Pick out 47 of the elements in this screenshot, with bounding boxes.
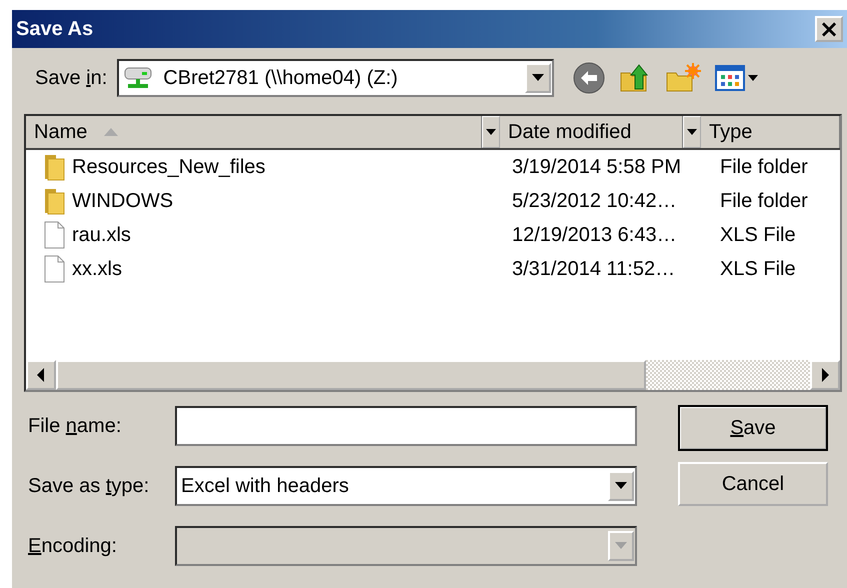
close-button[interactable]: × — [815, 16, 843, 42]
table-cell-text: 12/19/2013 6:43… — [511, 224, 678, 246]
caret-icon[interactable] — [615, 482, 627, 490]
scroll-thumb[interactable] — [56, 360, 646, 390]
file-icon[interactable] — [42, 221, 66, 249]
network-drive-icon[interactable] — [123, 65, 154, 91]
right-arrow-icon[interactable] — [821, 368, 829, 382]
table-cell-text: File folder — [719, 190, 808, 212]
column-header[interactable]: Type — [701, 116, 840, 148]
field-label: File name: — [28, 414, 122, 438]
file-icon[interactable] — [42, 255, 66, 283]
table-cell-text: 3/31/2014 11:52… — [511, 258, 676, 280]
dropdown[interactable]: Excel with headers — [175, 466, 637, 506]
table-cell-text: XLS File — [719, 258, 796, 280]
dialog-button[interactable]: Cancel — [678, 462, 828, 506]
field-label: Save as type: — [28, 474, 150, 498]
column-dropdown-button[interactable] — [482, 116, 500, 148]
column-header[interactable]: Date modified — [500, 116, 683, 148]
table-cell-text: 5/23/2012 10:42… — [511, 190, 678, 212]
scroll-left-button[interactable] — [26, 360, 56, 390]
dropdown-button[interactable] — [608, 471, 634, 501]
save-in-label: Save in: — [35, 66, 108, 90]
column-header[interactable]: Name — [26, 116, 482, 148]
horizontal-scrollbar[interactable] — [26, 360, 840, 390]
left-arrow-icon[interactable] — [37, 368, 45, 382]
file-name[interactable]: WINDOWS — [26, 187, 500, 215]
file-name[interactable]: Resources_New_files — [26, 153, 500, 181]
dropdown-button[interactable] — [525, 63, 552, 93]
caret-icon[interactable] — [687, 129, 697, 135]
field-label: Encoding: — [28, 534, 118, 558]
location-dropdown[interactable]: CBret2781 (\\home04) (Z:) — [117, 59, 554, 97]
dialog-button[interactable]: Save — [679, 406, 827, 450]
back-icon[interactable] — [572, 61, 606, 95]
window-title: Save As — [16, 18, 94, 40]
column-dropdown-button[interactable] — [683, 116, 701, 148]
table-cell-text: File folder — [719, 156, 808, 178]
scroll-right-button[interactable] — [810, 360, 840, 390]
table-cell-text: 3/19/2014 5:58 PM — [511, 156, 682, 178]
caret-icon[interactable] — [486, 129, 496, 135]
table-cell-text: XLS File — [719, 224, 796, 246]
file-name-field[interactable] — [175, 406, 637, 446]
dropdown-value: Excel with headers — [180, 474, 350, 498]
view-menu-icon[interactable] — [714, 63, 760, 93]
caret-icon[interactable] — [532, 74, 544, 82]
file-name[interactable]: rau.xls — [26, 221, 500, 249]
location-value: CBret2781 (\\home04) (Z:) — [162, 66, 399, 90]
file-name[interactable]: xx.xls — [26, 255, 500, 283]
